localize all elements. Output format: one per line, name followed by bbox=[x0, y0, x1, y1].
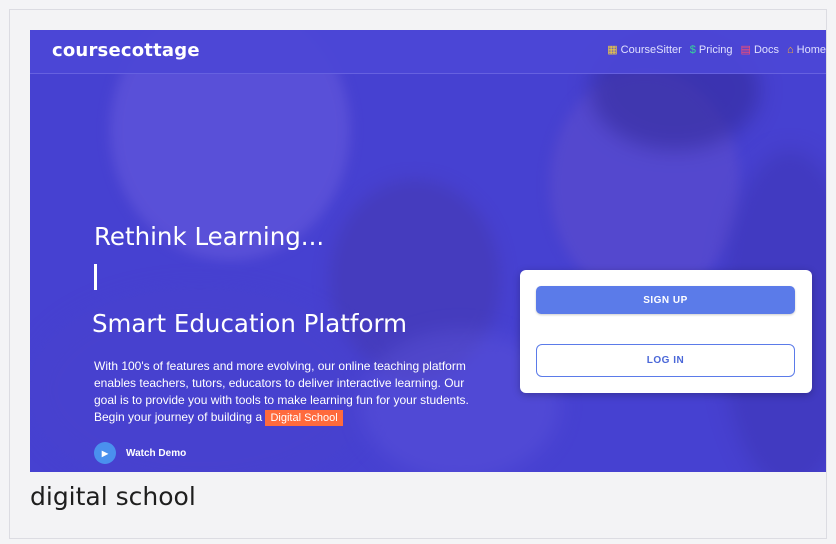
nav-item-label: CourseSitter bbox=[620, 44, 682, 56]
top-navbar: coursecottage ▦ CourseSitter $ Pricing ▤… bbox=[30, 30, 826, 74]
website-screenshot: coursecottage ▦ CourseSitter $ Pricing ▤… bbox=[30, 30, 826, 472]
caption-text: digital school bbox=[30, 482, 196, 511]
brand-logo[interactable]: coursecottage bbox=[52, 40, 200, 61]
nav-item-pricing[interactable]: $ Pricing bbox=[690, 44, 733, 56]
typing-cursor bbox=[94, 264, 97, 290]
digital-school-badge[interactable]: Digital School bbox=[265, 410, 343, 426]
play-icon: ▶ bbox=[94, 442, 116, 464]
nav-item-coursesitter[interactable]: ▦ CourseSitter bbox=[607, 44, 682, 56]
nav-item-label: Docs bbox=[753, 44, 779, 56]
nav-item-home[interactable]: ⌂ Home bbox=[787, 44, 826, 56]
auth-card: SIGN UP LOG IN bbox=[520, 270, 812, 393]
page-frame: coursecottage ▦ CourseSitter $ Pricing ▤… bbox=[9, 9, 827, 539]
watch-demo-button[interactable]: ▶ Watch Demo bbox=[94, 442, 186, 464]
home-icon: ⌂ bbox=[787, 43, 794, 56]
hero-subtitle: Smart Education Platform bbox=[92, 309, 407, 338]
watch-demo-label: Watch Demo bbox=[126, 447, 187, 459]
monitor-user-icon: ▦ bbox=[607, 43, 618, 56]
sign-up-button[interactable]: SIGN UP bbox=[536, 286, 795, 314]
hero-title: Rethink Learning... bbox=[94, 222, 325, 251]
nav-item-docs[interactable]: ▤ Docs bbox=[741, 44, 779, 56]
hero-description: With 100's of features and more evolving… bbox=[94, 358, 484, 426]
log-in-button[interactable]: LOG IN bbox=[536, 344, 795, 377]
nav-item-label: Pricing bbox=[698, 44, 733, 56]
book-icon: ▤ bbox=[740, 43, 751, 56]
nav-links: ▦ CourseSitter $ Pricing ▤ Docs ⌂ Home bbox=[607, 44, 826, 56]
dollar-icon: $ bbox=[689, 43, 696, 56]
nav-item-label: Home bbox=[796, 44, 826, 56]
